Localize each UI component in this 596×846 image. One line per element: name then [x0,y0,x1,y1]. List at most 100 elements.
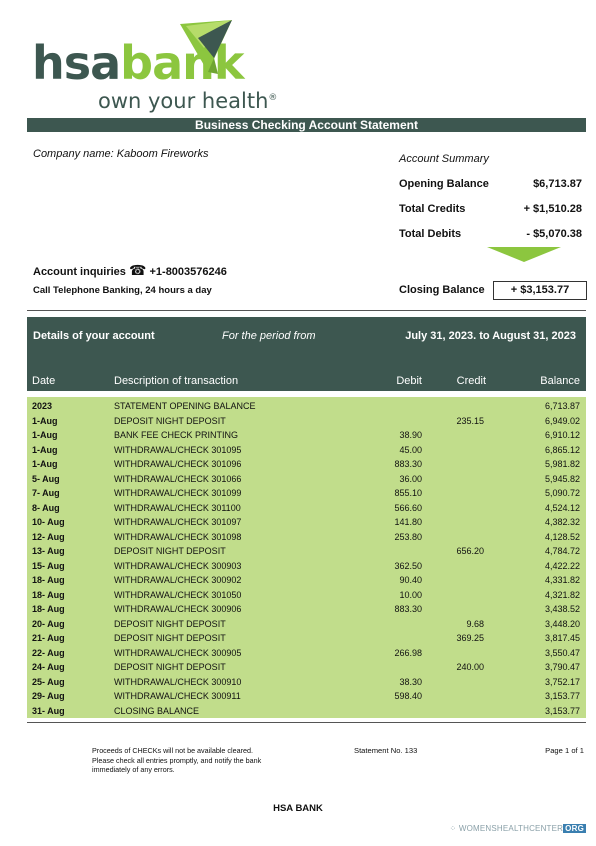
cell-credit: 9.68 [466,618,484,629]
cell-desc: WITHDRAWAL/CHECK 301095 [114,444,242,455]
cell-date: 1-Aug [32,415,58,426]
cell-desc: WITHDRAWAL/CHECK 301066 [114,473,242,484]
cell-desc: DEPOSIT NIGHT DEPOSIT [114,618,226,629]
opening-balance-value: $6,713.87 [533,178,582,190]
footer-bank-name: HSA BANK [273,803,323,814]
table-row: 1-Aug WITHDRAWAL/CHECK 301095 45.00 6,865.1… [27,443,586,458]
phone-icon: ☎ [128,262,147,278]
cell-desc: DEPOSIT NIGHT DEPOSIT [114,415,226,426]
table-row: 20- Aug DEPOSIT NIGHT DEPOSIT 9.68 3,448.20 [27,617,586,632]
table-row: 29- Aug WITHDRAWAL/CHECK 300911 598.40 3,15… [27,689,586,704]
cell-date: 12- Aug [32,531,65,542]
logo-hsa-text: hsa [32,36,121,90]
table-row: 5- Aug WITHDRAWAL/CHECK 301066 36.00 5,945.… [27,472,586,487]
cell-debit: 855.10 [394,488,422,498]
divider [27,310,586,311]
cell-balance: 4,331.82 [544,575,580,585]
cell-debit: 362.50 [394,560,422,571]
cell-balance: 3,752.17 [544,676,580,687]
cell-balance: 3,153.77 [544,705,580,716]
col-header-debit: Debit [396,375,422,387]
table-row: 1-Aug WITHDRAWAL/CHECK 301096 883.30 5,981.… [27,457,586,472]
cell-credit: 656.20 [456,546,484,556]
cell-desc: WITHDRAWAL/CHECK 301100 [114,502,241,513]
total-debits-label: Total Debits [399,228,462,240]
cell-date: 13- Aug [32,546,65,556]
table-row: 24- Aug DEPOSIT NIGHT DEPOSIT 240.00 3,790.… [27,660,586,675]
col-header-date: Date [32,375,56,387]
cell-debit: 883.30 [394,459,422,469]
divider [27,722,586,723]
logo-tagline: own your health® [98,86,277,113]
cell-debit: 598.40 [394,691,422,701]
cell-desc: WITHDRAWAL/CHECK 300903 [114,560,242,571]
cell-balance: 4,321.82 [544,589,580,600]
cell-desc: DEPOSIT NIGHT DEPOSIT [114,546,226,556]
cell-balance: 4,128.52 [544,531,580,542]
table-row: 21- Aug DEPOSIT NIGHT DEPOSIT 369.25 3,817.… [27,631,586,646]
cell-date: 10- Aug [32,517,65,527]
cell-date: 1-Aug [32,430,58,440]
cell-balance: 4,524.12 [544,502,580,513]
statement-title: Business Checking Account Statement [27,118,586,132]
cell-balance: 3,550.47 [544,647,580,658]
cell-balance: 4,382.32 [544,517,580,527]
cell-debit: 38.90 [399,430,422,440]
telephone-banking-note: Call Telephone Banking, 24 hours a day [33,285,212,296]
cell-credit: 369.25 [456,633,484,643]
registered-mark: ® [268,93,278,103]
cell-desc: WITHDRAWAL/CHECK 301097 [114,517,242,527]
cell-desc: WITHDRAWAL/CHECK 301096 [114,459,242,469]
down-arrow-icon [487,247,561,262]
cell-desc: BANK FEE CHECK PRINTING [114,430,239,440]
cell-balance: 6,910.12 [544,430,580,440]
cell-desc: WITHDRAWAL/CHECK 300906 [114,604,242,614]
cell-balance: 5,981.82 [544,459,580,469]
cell-balance: 4,784.72 [544,546,580,556]
cell-date: 20- Aug [32,618,65,629]
table-row: 25- Aug WITHDRAWAL/CHECK 300910 38.30 3,752… [27,675,586,690]
table-row: 13- Aug DEPOSIT NIGHT DEPOSIT 656.20 4,784.… [27,544,586,559]
cell-desc: DEPOSIT NIGHT DEPOSIT [114,662,226,672]
cell-date: 1-Aug [32,459,58,469]
cell-desc: WITHDRAWAL/CHECK 301099 [114,488,242,498]
closing-balance-value: + $3,153.77 [493,281,587,300]
table-row: 31- Aug CLOSING BALANCE 3,153.77 [27,704,586,719]
watermark-org: ORG [563,824,586,833]
col-header-credit: Credit [456,375,486,387]
cell-desc: CLOSING BALANCE [114,705,200,716]
total-credits-value: + $1,510.28 [523,203,582,215]
table-row: 8- Aug WITHDRAWAL/CHECK 301100 566.60 4,524… [27,501,586,516]
watermark-dots-icon: ⁘ [449,824,457,833]
table-row: 1-Aug BANK FEE CHECK PRINTING 38.90 6,910.1… [27,428,586,443]
details-header: Details of your account For the period f… [27,317,586,391]
transactions-table: 2023 STATEMENT OPENING BALANCE 6,713.87 1-A… [27,397,586,718]
cell-date: 21- Aug [32,633,65,643]
cell-balance: 3,438.52 [544,604,580,614]
cell-debit: 90.40 [399,575,422,585]
table-row: 7- Aug WITHDRAWAL/CHECK 301099 855.10 5,090… [27,486,586,501]
footer-note: Proceeds of CHECKs will not be available… [92,746,262,774]
cell-balance: 4,422.22 [544,560,580,571]
table-row: 1-Aug DEPOSIT NIGHT DEPOSIT 235.15 6,949.02 [27,414,586,429]
table-row: 18- Aug WITHDRAWAL/CHECK 301050 10.00 4,321… [27,588,586,603]
cell-balance: 5,945.82 [544,473,580,484]
col-header-balance: Balance [540,375,580,387]
period-range: July 31, 2023. to August 31, 2023 [405,330,576,342]
cell-desc: WITHDRAWAL/CHECK 300905 [114,647,242,658]
page-number: Page 1 of 1 [545,746,584,755]
cell-desc: DEPOSIT NIGHT DEPOSIT [114,633,226,643]
cell-date: 25- Aug [32,676,65,687]
table-row: 10- Aug WITHDRAWAL/CHECK 301097 141.80 4,38… [27,515,586,530]
total-debits-value: - $5,070.38 [526,228,582,240]
cell-debit: 566.60 [394,502,422,513]
cell-debit: 141.80 [394,517,422,527]
cell-date: 1-Aug [32,444,58,455]
closing-balance-label: Closing Balance [399,284,485,296]
cell-balance: 6,713.87 [544,401,580,411]
cell-debit: 253.80 [394,531,422,542]
cell-credit: 240.00 [456,662,484,672]
phone-number: +1-8003576246 [149,266,227,278]
cell-date: 29- Aug [32,691,65,701]
cell-debit: 36.00 [399,473,422,484]
